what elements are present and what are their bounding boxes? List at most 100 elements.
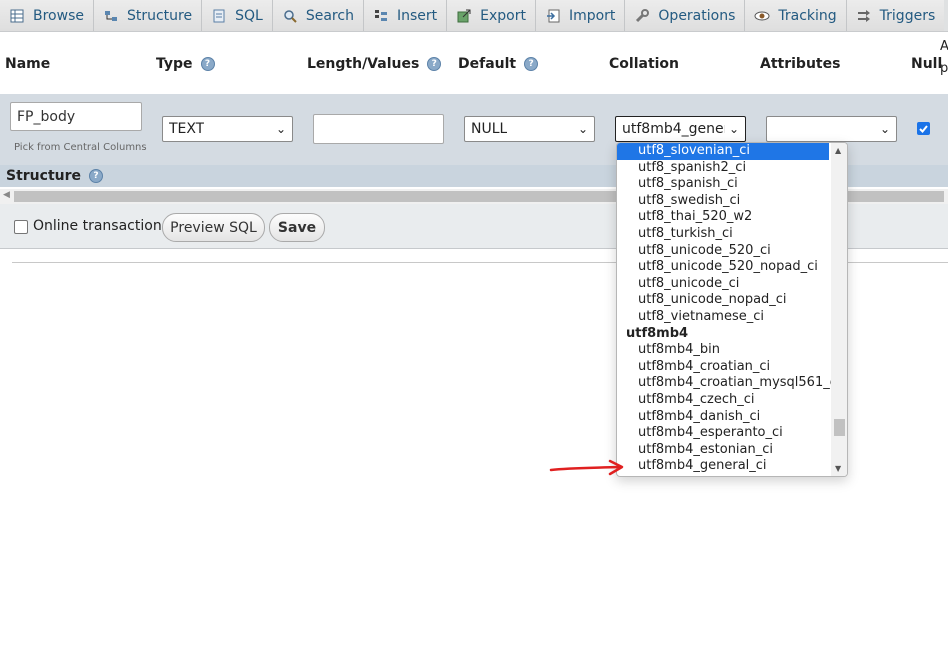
length-values-input[interactable]: [313, 114, 444, 144]
search-icon: [282, 8, 298, 24]
column-header-row: Name Type ? Length/Values ? Default ? Co…: [0, 32, 948, 94]
collation-option[interactable]: utf8mb4_estonian_ci: [617, 442, 829, 459]
preview-sql-label: Preview SQL: [170, 219, 257, 236]
tab-label: Structure: [126, 7, 193, 24]
tab-label: Search: [305, 7, 354, 24]
default-select[interactable]: NULL ⌄: [464, 116, 595, 142]
tab-import[interactable]: Import: [535, 0, 626, 31]
eye-icon: [754, 8, 770, 24]
collation-option[interactable]: utf8_spanish_ci: [617, 176, 829, 193]
structure-label: Structure: [6, 168, 82, 184]
null-checkbox[interactable]: [917, 122, 930, 135]
collation-option[interactable]: utf8_spanish2_ci: [617, 160, 829, 177]
import-icon: [545, 8, 561, 24]
tab-label: Triggers: [879, 7, 936, 24]
attributes-select[interactable]: ⌄: [766, 116, 897, 142]
tab-sql[interactable]: SQL: [202, 0, 273, 31]
tab-label: Export: [480, 7, 526, 24]
column-name-value: FP_body: [17, 108, 76, 125]
scroll-up-icon[interactable]: ▲: [835, 146, 841, 155]
vertical-scrollbar[interactable]: ▲ ▼: [831, 143, 847, 476]
insert-icon: [373, 8, 389, 24]
collation-option[interactable]: utf8_turkish_ci: [617, 226, 829, 243]
tab-label: Import: [568, 7, 616, 24]
tab-operations[interactable]: Operations: [625, 0, 746, 31]
header-edge-b: p: [940, 61, 948, 76]
tab-label: Operations: [658, 7, 736, 24]
collation-dropdown-list[interactable]: utf8_slovenian_ci utf8_spanish2_ci utf8_sp…: [616, 142, 848, 477]
pick-central-columns-link[interactable]: Pick from Central Columns: [14, 142, 147, 153]
header-default: Default ?: [458, 56, 539, 72]
online-transaction: Online transaction ?: [33, 218, 183, 234]
red-annotation-arrow-icon: [549, 459, 624, 476]
chevron-down-icon: ⌄: [577, 122, 588, 136]
collation-option[interactable]: utf8_thai_520_w2: [617, 209, 829, 226]
header-type: Type ?: [156, 56, 215, 72]
browse-table-icon: [9, 8, 25, 24]
collation-option[interactable]: utf8mb4_czech_ci: [617, 392, 829, 409]
collation-select[interactable]: utf8mb4_general_ ⌄: [615, 116, 746, 142]
collation-option[interactable]: utf8_unicode_520_nopad_ci: [617, 259, 829, 276]
collation-option[interactable]: utf8mb4_croatian_ci: [617, 359, 829, 376]
tab-label: Insert: [396, 7, 438, 24]
header-overflow-text: A p: [940, 36, 948, 80]
tab-label: Tracking: [778, 7, 837, 24]
export-icon: [456, 8, 472, 24]
header-attributes: Attributes: [760, 56, 840, 72]
structure-icon: [103, 8, 119, 24]
tab-browse[interactable]: Browse: [0, 0, 94, 31]
collation-option[interactable]: utf8_unicode_nopad_ci: [617, 292, 829, 309]
tab-label: Browse: [33, 7, 84, 24]
collation-option[interactable]: utf8mb4_croatian_mysql561_ci: [617, 375, 840, 392]
tab-export[interactable]: Export: [447, 0, 536, 31]
sql-icon: [211, 8, 227, 24]
help-icon[interactable]: ?: [524, 57, 539, 71]
collation-option[interactable]: utf8mb4_bin: [617, 342, 829, 359]
default-select-value: NULL: [471, 121, 508, 137]
online-transaction-label: Online transaction: [33, 218, 162, 234]
help-icon[interactable]: ?: [200, 57, 215, 71]
save-button[interactable]: Save: [269, 213, 325, 242]
type-select-value: TEXT: [169, 121, 205, 137]
collation-option[interactable]: utf8_vietnamese_ci: [617, 309, 829, 326]
tab-triggers[interactable]: Triggers: [846, 0, 945, 31]
collation-option[interactable]: utf8mb4_general_ci: [617, 458, 829, 475]
header-default-label: Default: [458, 56, 517, 72]
online-transaction-checkbox[interactable]: [14, 220, 28, 234]
chevron-down-icon: ⌄: [275, 122, 286, 136]
header-length-values: Length/Values ?: [307, 56, 442, 72]
header-null-label: Null: [911, 56, 943, 72]
collation-option[interactable]: utf8_unicode_ci: [617, 276, 829, 293]
type-select[interactable]: TEXT ⌄: [162, 116, 293, 142]
collation-option[interactable]: utf8_slovenian_ci: [617, 143, 829, 160]
triggers-icon: [856, 8, 872, 24]
tab-insert[interactable]: Insert: [363, 0, 448, 31]
header-name: Name: [5, 56, 50, 72]
save-label: Save: [277, 219, 317, 236]
column-name-input[interactable]: FP_body: [10, 102, 142, 131]
tab-structure[interactable]: Structure: [93, 0, 203, 31]
scrollbar-thumb[interactable]: [834, 419, 845, 436]
optgroup-label: utf8mb4: [626, 325, 689, 341]
collation-option[interactable]: utf8mb4_esperanto_ci: [617, 425, 829, 442]
tab-tracking[interactable]: Tracking: [745, 0, 847, 31]
checkmark-icon: [919, 125, 928, 133]
scroll-left-icon[interactable]: ◀: [3, 190, 10, 200]
tab-search[interactable]: Search: [272, 0, 364, 31]
wrench-icon: [634, 8, 650, 24]
table-tab-bar: Browse Structure SQL Search Insert Expor…: [0, 0, 948, 32]
chevron-down-icon: ⌄: [728, 122, 739, 136]
collation-option[interactable]: utf8_unicode_520_ci: [617, 243, 829, 260]
scroll-down-icon[interactable]: ▼: [835, 464, 841, 473]
header-edge-a: A: [940, 39, 948, 54]
help-icon[interactable]: ?: [89, 169, 104, 183]
header-length-label: Length/Values: [307, 56, 420, 72]
header-name-label: Name: [5, 56, 51, 72]
preview-sql-button[interactable]: Preview SQL: [162, 213, 265, 242]
header-null: Null: [911, 56, 942, 72]
help-icon[interactable]: ?: [427, 57, 442, 71]
collation-select-value: utf8mb4_general_: [622, 121, 725, 137]
collation-option[interactable]: utf8mb4_danish_ci: [617, 409, 829, 426]
tab-label: SQL: [235, 7, 263, 24]
collation-option[interactable]: utf8_swedish_ci: [617, 193, 829, 210]
